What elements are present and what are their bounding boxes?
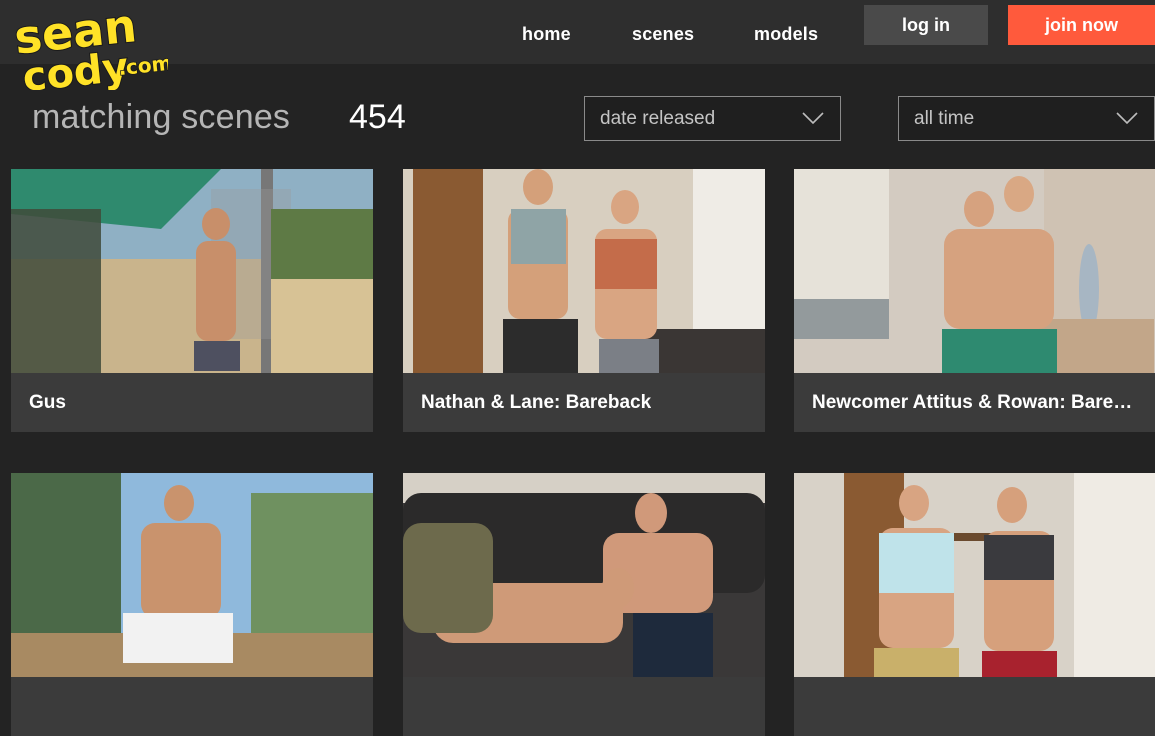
scene-card[interactable] (11, 473, 373, 736)
scene-title[interactable]: Newcomer Attitus & Rowan: Bareb... (794, 373, 1155, 432)
scene-card[interactable]: Newcomer Attitus & Rowan: Bareb... (794, 169, 1155, 432)
scene-photo-placeholder (11, 169, 373, 373)
scene-count: 454 (349, 98, 406, 136)
nav-models-link[interactable]: models (754, 24, 818, 45)
scene-thumbnail[interactable] (11, 473, 373, 677)
scene-thumbnail[interactable] (11, 169, 373, 373)
scene-title[interactable] (11, 677, 373, 736)
page-heading: matching scenes (32, 98, 291, 136)
scene-photo-placeholder (403, 169, 765, 373)
scene-thumbnail[interactable] (794, 473, 1155, 677)
scene-card[interactable] (794, 473, 1155, 736)
nav-home-link[interactable]: home (522, 24, 571, 45)
sort-by-dropdown[interactable]: date released (584, 96, 841, 141)
scene-thumbnail[interactable] (403, 473, 765, 677)
scene-title[interactable]: Nathan & Lane: Bareback (403, 373, 765, 432)
scene-card[interactable]: Gus (11, 169, 373, 432)
time-range-selected-value: all time (914, 107, 975, 129)
site-logo[interactable]: sean cody .com (12, 4, 168, 90)
nav-scenes-link[interactable]: scenes (632, 24, 694, 45)
sort-by-selected-value: date released (600, 107, 716, 129)
scene-card[interactable]: Nathan & Lane: Bareback (403, 169, 765, 432)
chevron-down-icon (802, 112, 824, 125)
scene-title[interactable] (403, 677, 765, 736)
scene-thumbnail[interactable] (794, 169, 1155, 373)
scene-photo-placeholder (11, 473, 373, 677)
scene-title[interactable]: Gus (11, 373, 373, 432)
scene-photo-placeholder (403, 473, 765, 677)
sean-cody-logo-graphic: sean cody .com (12, 4, 168, 90)
scene-photo-placeholder (794, 473, 1155, 677)
scene-card[interactable] (403, 473, 765, 736)
logo-text-domain: .com (117, 51, 168, 81)
login-button[interactable]: log in (864, 5, 988, 45)
scene-title[interactable] (794, 677, 1155, 736)
scene-thumbnail[interactable] (403, 169, 765, 373)
join-now-button[interactable]: join now (1008, 5, 1155, 45)
time-range-dropdown[interactable]: all time (898, 96, 1155, 141)
scene-photo-placeholder (794, 169, 1155, 373)
chevron-down-icon (1116, 112, 1138, 125)
